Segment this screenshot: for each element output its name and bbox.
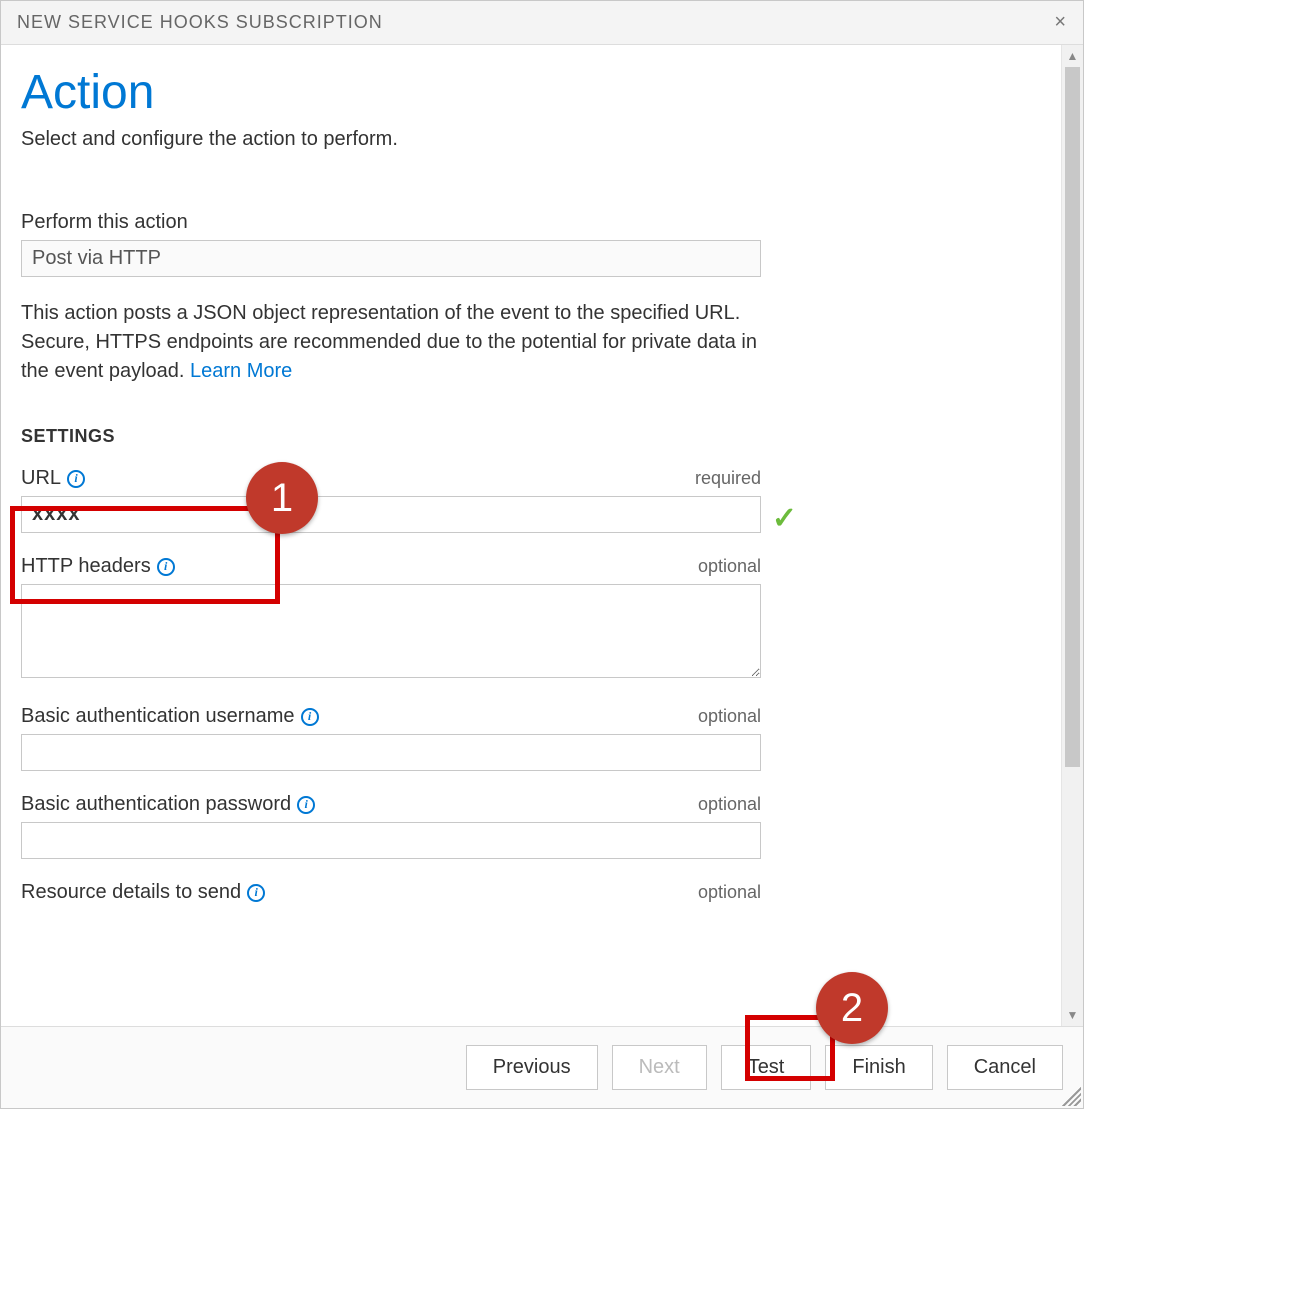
learn-more-link[interactable]: Learn More (190, 360, 292, 382)
info-icon[interactable]: i (157, 558, 175, 576)
headers-input[interactable] (21, 584, 761, 678)
password-label: Basic authentication password (21, 793, 291, 816)
username-label: Basic authentication username (21, 705, 295, 728)
action-description: This action posts a JSON object represen… (21, 299, 781, 386)
settings-header: SETTINGS (21, 426, 1041, 447)
info-icon[interactable]: i (247, 884, 265, 902)
url-label: URL (21, 467, 61, 490)
username-hint: optional (698, 706, 761, 727)
dialog: NEW SERVICE HOOKS SUBSCRIPTION × Action … (0, 0, 1084, 1109)
test-button[interactable]: Test (721, 1045, 812, 1090)
next-button[interactable]: Next (612, 1045, 707, 1090)
scroll-down-icon[interactable]: ▼ (1062, 1006, 1083, 1024)
annotation-callout-2: 2 (816, 972, 888, 1044)
username-row: Basic authentication username i optional (21, 705, 761, 771)
info-icon[interactable]: i (301, 708, 319, 726)
password-row: Basic authentication password i optional (21, 793, 761, 859)
footer: Previous Next Test Finish Cancel (1, 1026, 1083, 1108)
body-wrap: Action Select and configure the action t… (1, 45, 1083, 1026)
url-hint: required (695, 468, 761, 489)
scroll-thumb[interactable] (1065, 67, 1080, 767)
scrollbar[interactable]: ▲ ▼ (1061, 45, 1083, 1026)
action-label: Perform this action (21, 211, 1041, 234)
annotation-callout-1: 1 (246, 462, 318, 534)
action-select[interactable]: Post via HTTP (21, 240, 761, 277)
password-input[interactable] (21, 822, 761, 859)
resource-label: Resource details to send (21, 881, 241, 904)
dialog-title: NEW SERVICE HOOKS SUBSCRIPTION (17, 12, 383, 33)
cancel-button[interactable]: Cancel (947, 1045, 1063, 1090)
action-description-text: This action posts a JSON object represen… (21, 302, 757, 382)
info-icon[interactable]: i (297, 796, 315, 814)
url-row: URL i required ✓ (21, 467, 761, 533)
content: Action Select and configure the action t… (1, 45, 1061, 1026)
check-icon: ✓ (772, 501, 797, 536)
resource-row: Resource details to send i optional (21, 881, 761, 904)
headers-label: HTTP headers (21, 555, 151, 578)
url-input[interactable] (21, 496, 761, 533)
title-bar: NEW SERVICE HOOKS SUBSCRIPTION × (1, 1, 1083, 45)
headers-row: HTTP headers i optional (21, 555, 761, 683)
page-title: Action (21, 65, 1041, 120)
username-input[interactable] (21, 734, 761, 771)
headers-hint: optional (698, 556, 761, 577)
password-hint: optional (698, 794, 761, 815)
close-icon[interactable]: × (1054, 11, 1067, 34)
previous-button[interactable]: Previous (466, 1045, 598, 1090)
scroll-up-icon[interactable]: ▲ (1062, 47, 1083, 65)
page-subtitle: Select and configure the action to perfo… (21, 128, 1041, 151)
resource-hint: optional (698, 882, 761, 903)
finish-button[interactable]: Finish (825, 1045, 932, 1090)
info-icon[interactable]: i (67, 470, 85, 488)
